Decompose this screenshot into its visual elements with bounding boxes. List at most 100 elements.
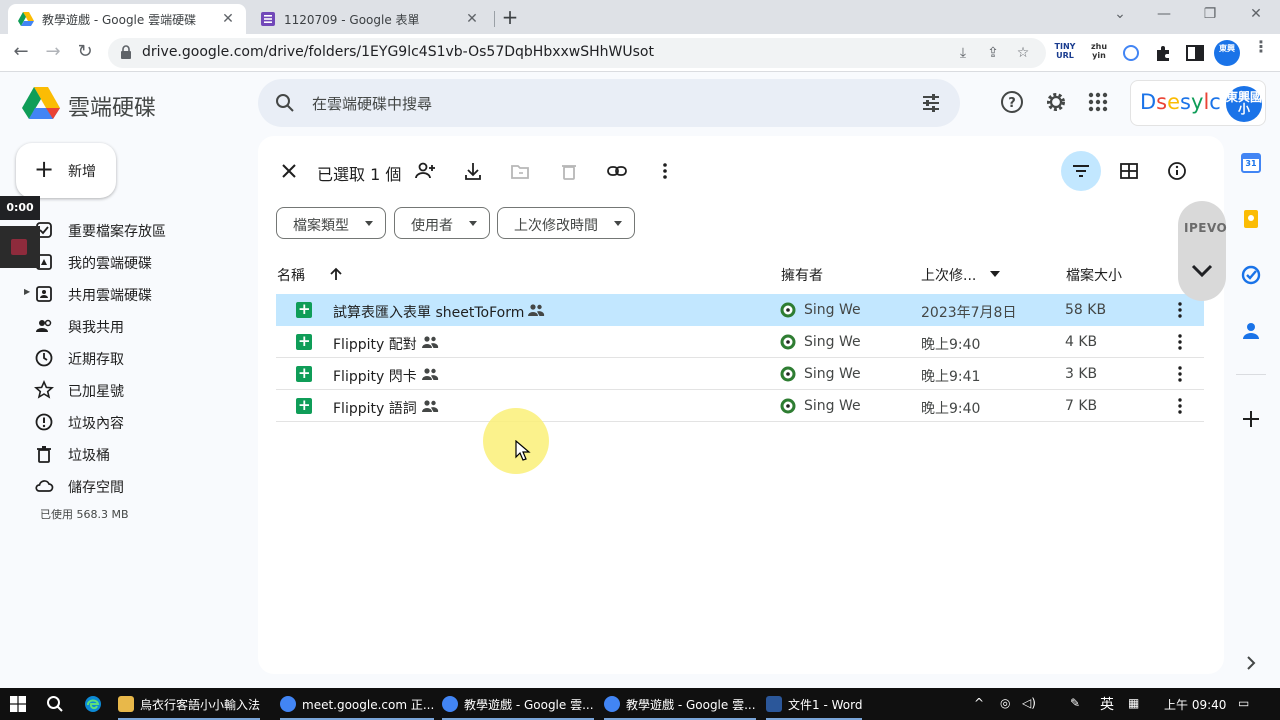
side-panel-icon[interactable] xyxy=(1184,42,1206,64)
extension-circle-icon[interactable] xyxy=(1120,42,1142,64)
new-tab-button[interactable]: + xyxy=(498,6,522,30)
tinyurl-extension-icon[interactable]: TINY URL xyxy=(1054,42,1076,64)
keep-notes-icon[interactable] xyxy=(1240,208,1262,230)
sidebar-item-trash[interactable]: 垃圾桶 xyxy=(0,438,250,470)
search-placeholder[interactable]: 在雲端硬碟中搜尋 xyxy=(312,93,432,114)
ime-options-icon[interactable]: ▦ xyxy=(1128,696,1139,710)
search-icon[interactable] xyxy=(274,92,296,114)
browser-menu-icon[interactable]: ⋮ xyxy=(1250,39,1272,64)
lock-icon[interactable] xyxy=(120,45,132,59)
sort-ascending-arrow-icon[interactable] xyxy=(328,266,344,282)
taskbar-app-label: 教學遊戲 - Google 雲... xyxy=(626,697,756,712)
column-header-size[interactable]: 檔案大小 xyxy=(1066,265,1122,285)
pen-icon[interactable]: ✎ xyxy=(1070,696,1080,710)
column-header-modified[interactable]: 上次修... xyxy=(921,265,976,285)
reload-icon[interactable]: ↻ xyxy=(74,42,96,64)
shared-drives-icon xyxy=(36,286,52,302)
sidebar-item-recent[interactable]: 近期存取 xyxy=(0,342,250,374)
filter-chip-people[interactable]: 使用者 xyxy=(394,207,490,239)
settings-gear-icon[interactable] xyxy=(1044,90,1068,114)
google-apps-grid-icon[interactable] xyxy=(1086,90,1110,114)
help-icon[interactable]: ? xyxy=(1000,90,1024,114)
volume-icon[interactable]: ◁) xyxy=(1022,696,1036,710)
details-info-icon[interactable] xyxy=(1166,160,1188,182)
stop-recording-button[interactable] xyxy=(0,226,40,268)
move-to-folder-icon[interactable] xyxy=(509,160,531,182)
address-bar[interactable]: drive.google.com/drive/folders/1EYG9lc4S… xyxy=(108,38,1046,68)
search-options-icon[interactable] xyxy=(920,92,942,114)
product-title[interactable]: 雲端硬碟 xyxy=(68,90,156,122)
chevron-down-icon[interactable] xyxy=(1190,263,1214,279)
close-window-icon[interactable]: ✕ xyxy=(1236,6,1276,22)
close-tab-icon[interactable]: ✕ xyxy=(464,11,480,27)
taskbar-app-ime[interactable]: 烏衣行客語小小輸入法 xyxy=(118,688,261,720)
account-switcher[interactable]: Dsesylc 東興國小 xyxy=(1130,80,1266,126)
row-more-icon[interactable] xyxy=(1170,364,1190,384)
taskbar-app-drive-1[interactable]: 教學遊戲 - Google 雲... xyxy=(442,688,594,720)
file-row[interactable]: 試算表匯入表單 sheetToForm Sing We 2023年7月8日 58… xyxy=(276,294,1204,326)
ipevo-overlay-widget[interactable]: IPEVO xyxy=(1178,201,1227,301)
word-icon xyxy=(766,696,782,712)
zhuyin-extension-icon[interactable]: zhu yin xyxy=(1088,42,1110,64)
extensions-puzzle-icon[interactable] xyxy=(1152,42,1174,64)
row-more-icon[interactable] xyxy=(1170,300,1190,320)
sidebar-item-spam[interactable]: 垃圾內容 xyxy=(0,406,250,438)
sidebar-item-shared-with-me[interactable]: 與我共用 xyxy=(0,310,250,342)
forward-icon[interactable]: → xyxy=(42,42,64,64)
notifications-icon[interactable]: ▭ xyxy=(1238,696,1249,710)
back-icon[interactable]: ← xyxy=(10,42,32,64)
restore-icon[interactable]: ❐ xyxy=(1190,6,1230,22)
profile-avatar[interactable]: 東興 xyxy=(1214,40,1240,66)
google-drive-logo-icon[interactable] xyxy=(22,86,60,120)
file-row[interactable]: Flippity 配對 Sing We 晚上9:40 4 KB xyxy=(276,326,1204,358)
search-bar[interactable]: 在雲端硬碟中搜尋 xyxy=(258,79,960,127)
file-row[interactable]: Flippity 語詞 Sing We 晚上9:40 7 KB xyxy=(276,390,1204,422)
install-app-icon[interactable]: ⤓ xyxy=(954,45,972,63)
filter-view-button[interactable] xyxy=(1061,151,1101,191)
new-button[interactable]: + 新增 xyxy=(16,143,116,198)
column-header-name[interactable]: 名稱 xyxy=(277,265,305,285)
row-more-icon[interactable] xyxy=(1170,396,1190,416)
share-icon[interactable]: ⇪ xyxy=(984,45,1002,63)
taskbar-app-meet[interactable]: meet.google.com 正... xyxy=(280,688,435,720)
tab-search-icon[interactable]: ⌄ xyxy=(1100,6,1140,22)
account-avatar[interactable]: 東興國小 xyxy=(1226,86,1262,122)
minimize-icon[interactable]: — xyxy=(1144,6,1184,22)
clock[interactable]: 上午 09:40 xyxy=(1164,696,1226,713)
add-addon-icon[interactable] xyxy=(1240,408,1262,430)
filter-chip-file-type[interactable]: 檔案類型 xyxy=(276,207,386,239)
filter-chip-modified[interactable]: 上次修改時間 xyxy=(497,207,635,239)
browser-tab-drive[interactable]: 教學遊戲 - Google 雲端硬碟 ✕ xyxy=(8,4,246,34)
delete-icon[interactable] xyxy=(558,160,580,182)
column-header-owner[interactable]: 擁有者 xyxy=(781,265,823,285)
sidebar-item-starred[interactable]: 已加星號 xyxy=(0,374,250,406)
more-actions-icon[interactable] xyxy=(654,160,676,182)
edge-browser-icon[interactable] xyxy=(84,695,102,713)
expand-caret-icon[interactable]: ▶ xyxy=(24,287,30,296)
taskbar-search-icon[interactable] xyxy=(46,695,64,713)
calendar-app-icon[interactable]: 31 xyxy=(1240,152,1262,174)
file-row[interactable]: Flippity 閃卡 Sing We 晚上9:41 3 KB xyxy=(276,358,1204,390)
copy-link-icon[interactable] xyxy=(606,160,628,182)
contacts-icon[interactable] xyxy=(1240,320,1262,342)
modified-dropdown-icon[interactable] xyxy=(990,271,1000,277)
grid-view-icon[interactable] xyxy=(1118,160,1140,182)
windows-start-icon[interactable] xyxy=(10,696,26,712)
browser-tab-forms[interactable]: 1120709 - Google 表單 ✕ xyxy=(250,4,490,34)
tray-mic-icon[interactable]: ◎ xyxy=(1000,696,1010,710)
clear-selection-icon[interactable] xyxy=(278,160,300,182)
url-text[interactable]: drive.google.com/drive/folders/1EYG9lc4S… xyxy=(142,44,654,60)
tasks-icon[interactable] xyxy=(1240,264,1262,286)
tray-overflow-icon[interactable]: ^ xyxy=(974,696,984,710)
bookmark-star-icon[interactable]: ☆ xyxy=(1014,45,1032,63)
ime-mode-indicator[interactable]: 英 xyxy=(1100,694,1114,714)
sidebar-item-shared-drives[interactable]: ▶ 共用雲端硬碟 xyxy=(0,278,250,310)
sidebar-item-storage[interactable]: 儲存空間 xyxy=(0,470,250,502)
close-tab-icon[interactable]: ✕ xyxy=(220,11,236,27)
taskbar-app-drive-2[interactable]: 教學遊戲 - Google 雲... xyxy=(604,688,756,720)
download-icon[interactable] xyxy=(462,160,484,182)
share-person-icon[interactable] xyxy=(414,160,436,182)
row-more-icon[interactable] xyxy=(1170,332,1190,352)
taskbar-app-word[interactable]: 文件1 - Word xyxy=(766,688,863,720)
expand-side-panel-icon[interactable] xyxy=(1240,652,1262,674)
